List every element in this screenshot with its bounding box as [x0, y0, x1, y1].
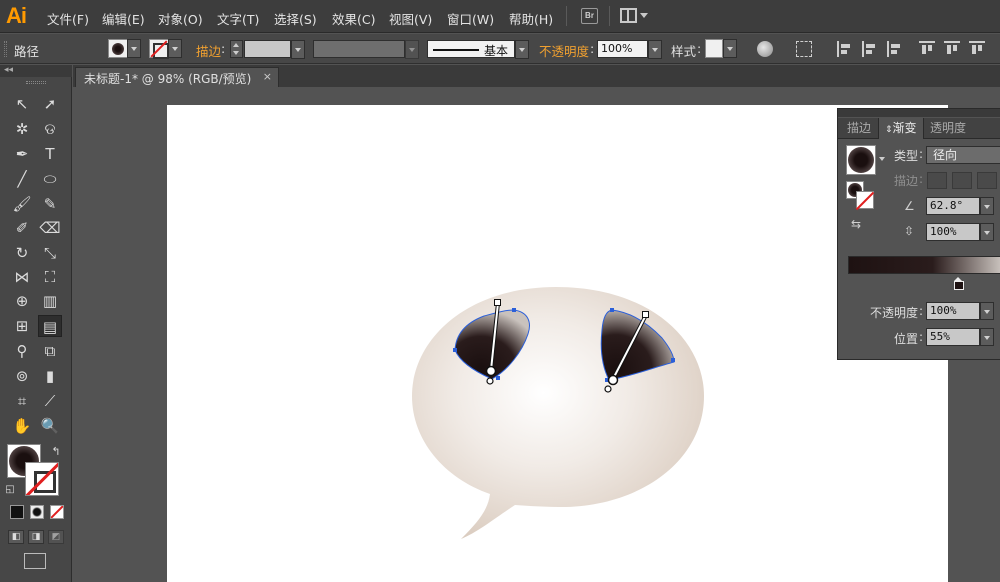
gradient-stroke-swatch[interactable] [856, 191, 874, 209]
panel-title-bar[interactable] [838, 109, 1000, 117]
gradient-slider[interactable] [848, 256, 1000, 274]
tab-stroke[interactable]: 描边 [841, 118, 877, 139]
stroke-gradient-label: 描边 [894, 174, 919, 188]
stroke-gradient-across-button[interactable] [977, 172, 997, 189]
stop-location-label: 位置 [894, 332, 919, 346]
aspect-ratio-dropdown[interactable] [980, 223, 994, 241]
reverse-gradient-icon[interactable]: ⇆ [851, 217, 861, 231]
panel-tabs: 描边 ⇕渐变 透明度 [838, 118, 1000, 139]
stop-opacity-dropdown[interactable] [980, 302, 994, 320]
gradient-type-select[interactable]: 径向 [926, 146, 1000, 164]
anchor-point [512, 308, 516, 312]
anchor-point [610, 308, 614, 312]
gradient-preview-swatch[interactable] [846, 145, 876, 175]
tab-gradient[interactable]: ⇕渐变 [878, 118, 924, 139]
gradient-end-handle [494, 299, 501, 306]
stop-location-dropdown[interactable] [980, 328, 994, 346]
tab-transparency[interactable]: 透明度 [924, 118, 972, 139]
gradient-color-stop[interactable] [954, 277, 964, 290]
aspect-ratio-input[interactable]: 100% [926, 223, 980, 241]
angle-input[interactable]: 62.8° [926, 197, 980, 215]
stop-opacity-input[interactable]: 100% [926, 302, 980, 320]
gradient-end-handle [642, 311, 649, 318]
stroke-gradient-within-button[interactable] [927, 172, 947, 189]
chevron-down-icon[interactable] [879, 157, 885, 161]
anchor-point [496, 376, 500, 380]
angle-dropdown[interactable] [980, 197, 994, 215]
gradient-panel: 描边 ⇕渐变 透明度 类型 : 径向 描边 : ⇆ ∠ 62.8° ⇳ 100%… [837, 108, 1000, 360]
tab-options-icon: ⇕ [885, 125, 893, 135]
stop-opacity-label: 不透明度 [870, 306, 919, 320]
gradient-radius-handle [604, 385, 612, 393]
gradient-type-label: 类型 [894, 149, 919, 163]
gradient-origin-handle [607, 374, 619, 386]
gradient-radius-handle [486, 377, 494, 385]
gradient-origin-handle [485, 365, 497, 377]
stop-location-input[interactable]: 55% [926, 328, 980, 346]
aspect-ratio-icon: ⇳ [904, 224, 915, 238]
stroke-gradient-along-button[interactable] [952, 172, 972, 189]
anchor-point [453, 348, 457, 352]
speech-bubble-shape[interactable] [412, 287, 704, 539]
angle-icon: ∠ [904, 199, 915, 213]
anchor-point [671, 358, 675, 362]
